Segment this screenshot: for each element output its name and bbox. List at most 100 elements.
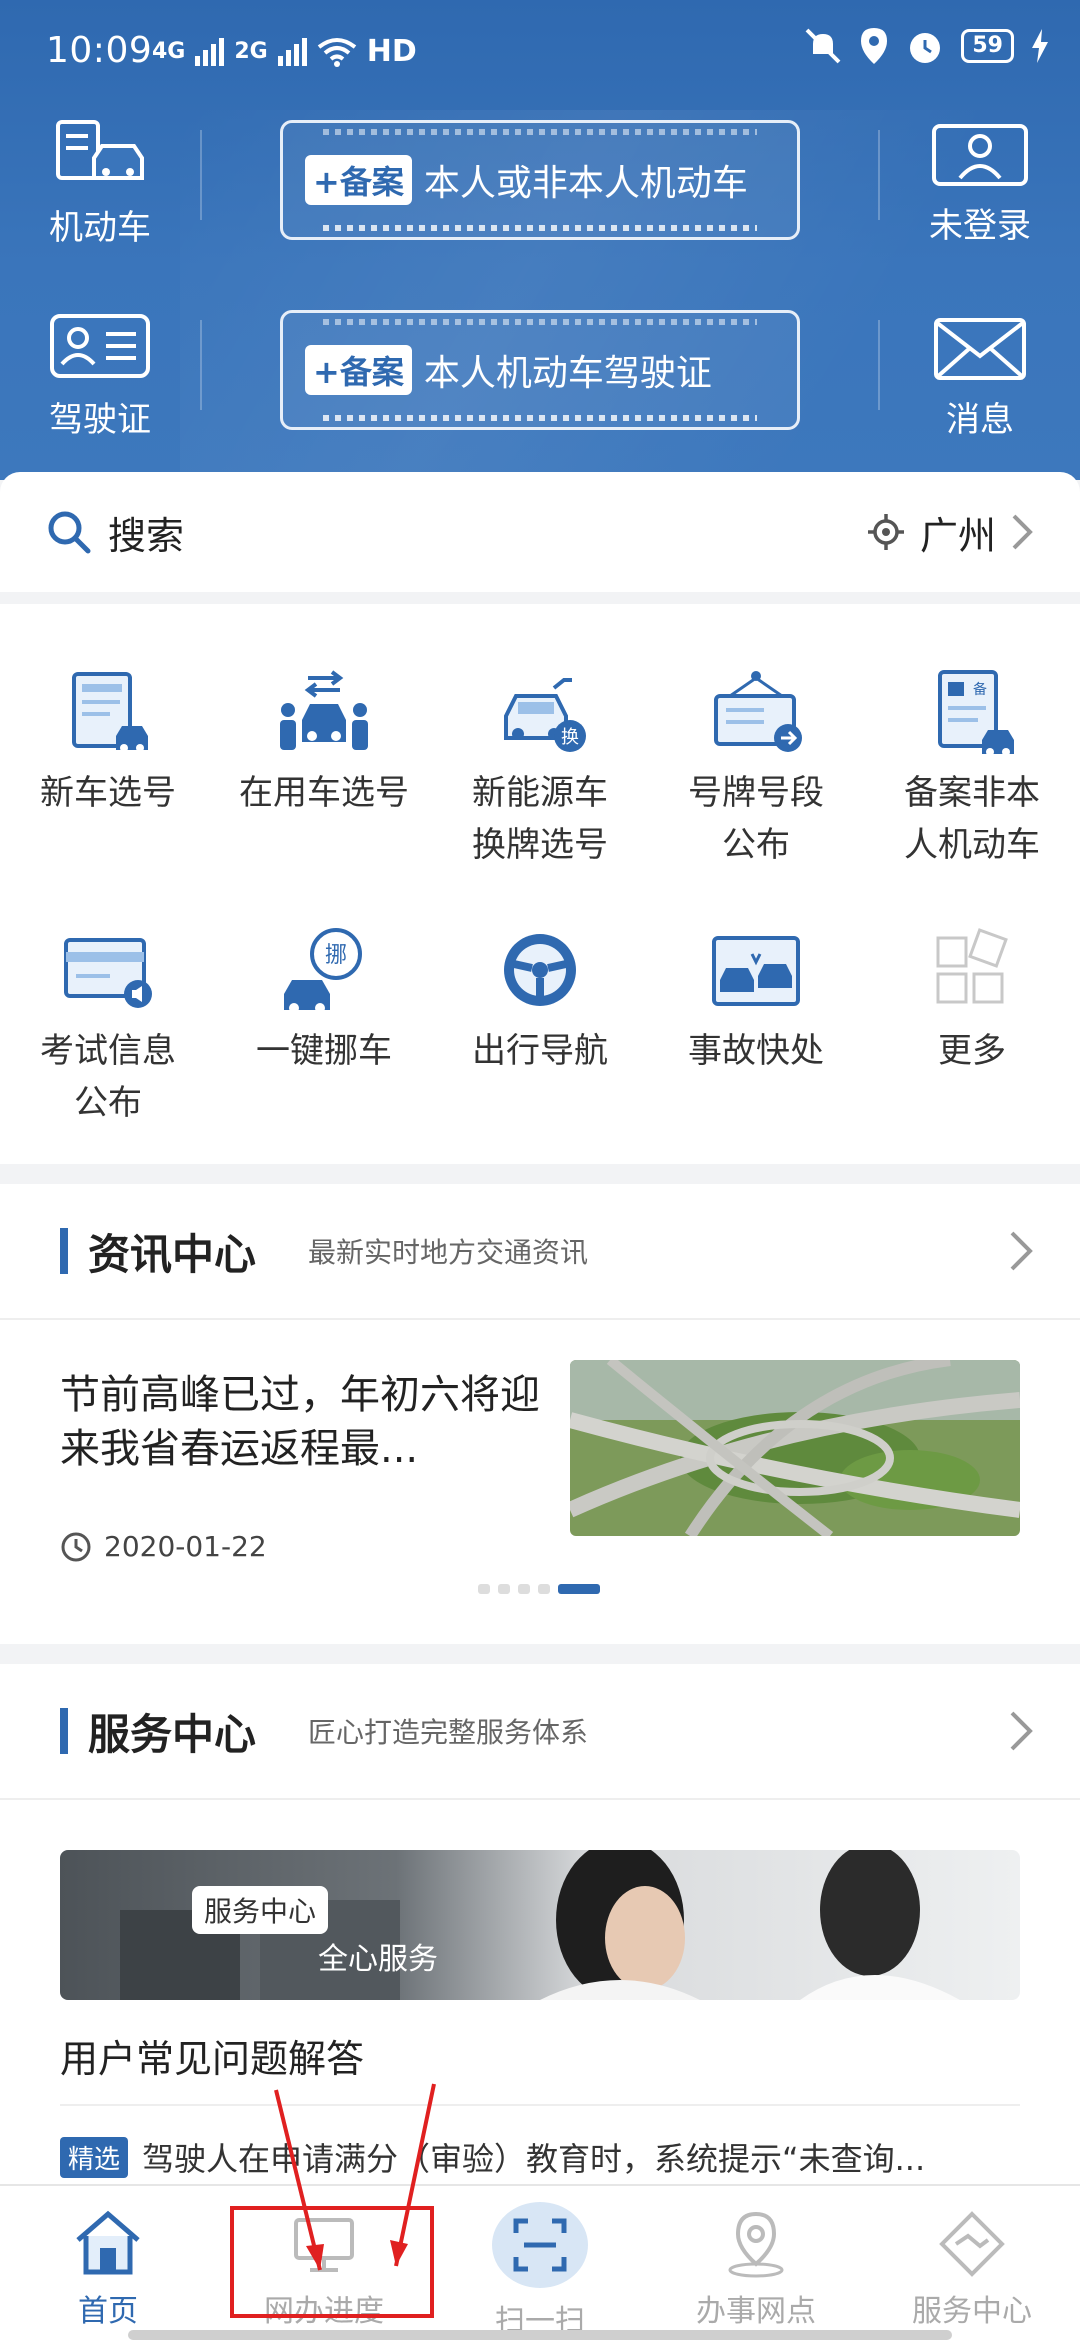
register-license-card[interactable]: +备案 本人机动车驾驶证 (280, 310, 800, 430)
news-subtitle: 最新实时地方交通资讯 (308, 1236, 589, 1269)
status-time: 10:09 (46, 30, 153, 71)
service-label: 一键挪车 (256, 1031, 392, 1071)
city-selector[interactable]: 广州 (866, 505, 1034, 560)
svg-text:备: 备 (973, 681, 987, 698)
card-perforation (323, 225, 757, 231)
faq-badge: 精选 (60, 2136, 129, 2178)
header-panel: 10:09 4G 2G HD 59 机动车 驾驶证 +备案 本人或非本人机动车 (0, 0, 1080, 480)
exam-info-icon (64, 938, 152, 1008)
service-item[interactable]: 更多 (864, 924, 1080, 1082)
news-section: 资讯中心 最新实时地方交通资讯 节前高峰已过，年初六将迎来我省春运返程最... … (0, 1184, 1080, 1644)
battery-indicator: 59 (961, 29, 1014, 63)
divider (878, 320, 880, 410)
wifi-icon (317, 37, 356, 67)
license-card-icon (50, 314, 150, 378)
news-header[interactable]: 资讯中心 最新实时地方交通资讯 (0, 1184, 1080, 1320)
service-label-2: 公布 (722, 825, 790, 865)
service-item[interactable]: 挪 一键挪车 (216, 924, 432, 1082)
banner-tag: 服务中心 (192, 1886, 329, 1934)
nav-scan[interactable]: 扫一扫 (432, 2186, 648, 2340)
bottom-nav: 首页 网办进度 扫一扫 办事网点 服务中心 (0, 2184, 1080, 2340)
net2-label: 2G (234, 39, 268, 64)
network-indicators: 4G 2G HD (152, 34, 417, 69)
carousel-pager (478, 1584, 600, 1594)
pager-dot (518, 1584, 530, 1594)
messages-entry[interactable]: 消息 (880, 316, 1080, 441)
service-item[interactable]: 号牌号段 公布 (648, 666, 864, 866)
alarm-icon (910, 33, 941, 63)
charging-icon (1032, 29, 1048, 63)
status-bar: 10:09 4G 2G HD 59 (0, 0, 1080, 110)
register-tag: +备案 (305, 155, 412, 205)
news-headline[interactable]: 节前高峰已过，年初六将迎来我省春运返程最... (60, 1368, 560, 1476)
register-vehicle-text: 本人或非本人机动车 (423, 163, 748, 204)
service-center-subtitle: 匠心打造完整服务体系 (308, 1716, 589, 1749)
service-item[interactable]: 在用车选号 (216, 666, 432, 824)
ev-plate-icon: 换 (504, 678, 586, 752)
location-icon (861, 28, 888, 64)
news-title: 资讯中心 (88, 1229, 257, 1279)
news-date: 2020-01-22 (104, 1530, 267, 1563)
license-label: 驾驶证 (49, 400, 151, 440)
pager-dot (498, 1584, 510, 1594)
move-car-icon: 挪 (284, 928, 362, 1013)
signal-icon (195, 37, 225, 66)
news-date-row: 2020-01-22 (60, 1530, 267, 1563)
faq-title: 用户常见问题解答 (60, 2037, 365, 2081)
register-vehicle-card[interactable]: +备案 本人或非本人机动车 (280, 120, 800, 240)
accident-icon (712, 936, 800, 1006)
service-label: 新车选号 (40, 773, 176, 813)
faq-text: 驾驶人在申请满分（审验）教育时，系统提示“未查询... (142, 2140, 926, 2178)
used-car-swap-icon (280, 670, 368, 750)
nav-offices[interactable]: 办事网点 (648, 2186, 864, 2340)
service-label-2: 换牌选号 (472, 825, 608, 865)
banner-slogan: 全心服务 (318, 1942, 438, 1977)
service-item[interactable]: 事故快处 (648, 924, 864, 1082)
highway-interchange-image (570, 1360, 1020, 1536)
mute-icon (805, 28, 841, 64)
section-accent (60, 1228, 68, 1274)
clock-icon (61, 1532, 91, 1561)
mail-icon (934, 318, 1026, 380)
status-right: 59 (803, 26, 1050, 66)
service-item[interactable]: 出行导航 (432, 924, 648, 1082)
chevron-right-icon (1012, 514, 1033, 550)
register-vehicle-icon: 备 (938, 670, 1014, 756)
service-item[interactable]: 新车选号 (0, 666, 216, 824)
section-accent (60, 1708, 68, 1754)
login-entry[interactable]: 未登录 (880, 122, 1080, 247)
divider (878, 130, 880, 220)
nav-home[interactable]: 首页 (0, 2186, 216, 2340)
service-label: 备案非本 (904, 773, 1040, 813)
card-perforation (323, 415, 757, 421)
faq-item[interactable]: 精选 驾驶人在申请满分（审验）教育时，系统提示“未查询... (60, 2134, 1020, 2180)
service-item[interactable]: 换 新能源车 换牌选号 (432, 666, 648, 866)
service-banner[interactable]: 服务中心 全心服务 (60, 1850, 1020, 2000)
pager-dot (538, 1584, 550, 1594)
service-label: 事故快处 (688, 1031, 824, 1071)
vehicle-label: 机动车 (49, 208, 151, 248)
register-license-text: 本人机动车驾驶证 (423, 353, 712, 394)
nav-service-center[interactable]: 服务中心 (864, 2186, 1080, 2340)
scan-icon (513, 2218, 567, 2272)
chevron-right-icon (1010, 1711, 1033, 1751)
news-thumbnail[interactable] (570, 1360, 1020, 1536)
service-label: 考试信息 (40, 1031, 176, 1071)
svg-text:挪: 挪 (325, 943, 347, 968)
service-label: 在用车选号 (239, 773, 409, 813)
net1-label: 4G (152, 39, 186, 64)
nav-label: 首页 (78, 2294, 138, 2329)
vehicle-list-icon (56, 120, 144, 180)
service-item[interactable]: 考试信息 公布 (0, 924, 216, 1124)
signal-icon-2 (277, 37, 307, 66)
divider (200, 130, 202, 220)
service-item[interactable]: 备 备案非本 人机动车 (864, 666, 1080, 866)
service-center-section: 服务中心 匠心打造完整服务体系 服务中心 全心服务 用户常见问题解答 精选 驾驶… (0, 1664, 1080, 2184)
service-center-header[interactable]: 服务中心 匠心打造完整服务体系 (0, 1664, 1080, 1800)
plate-range-icon (714, 671, 802, 752)
service-label-2: 公布 (74, 1083, 142, 1123)
license-entry[interactable]: 驾驶证 (0, 312, 200, 441)
chevron-right-icon (1010, 1231, 1033, 1271)
search-bar[interactable]: 搜索 广州 (0, 472, 1080, 592)
vehicle-entry[interactable]: 机动车 (0, 118, 200, 249)
